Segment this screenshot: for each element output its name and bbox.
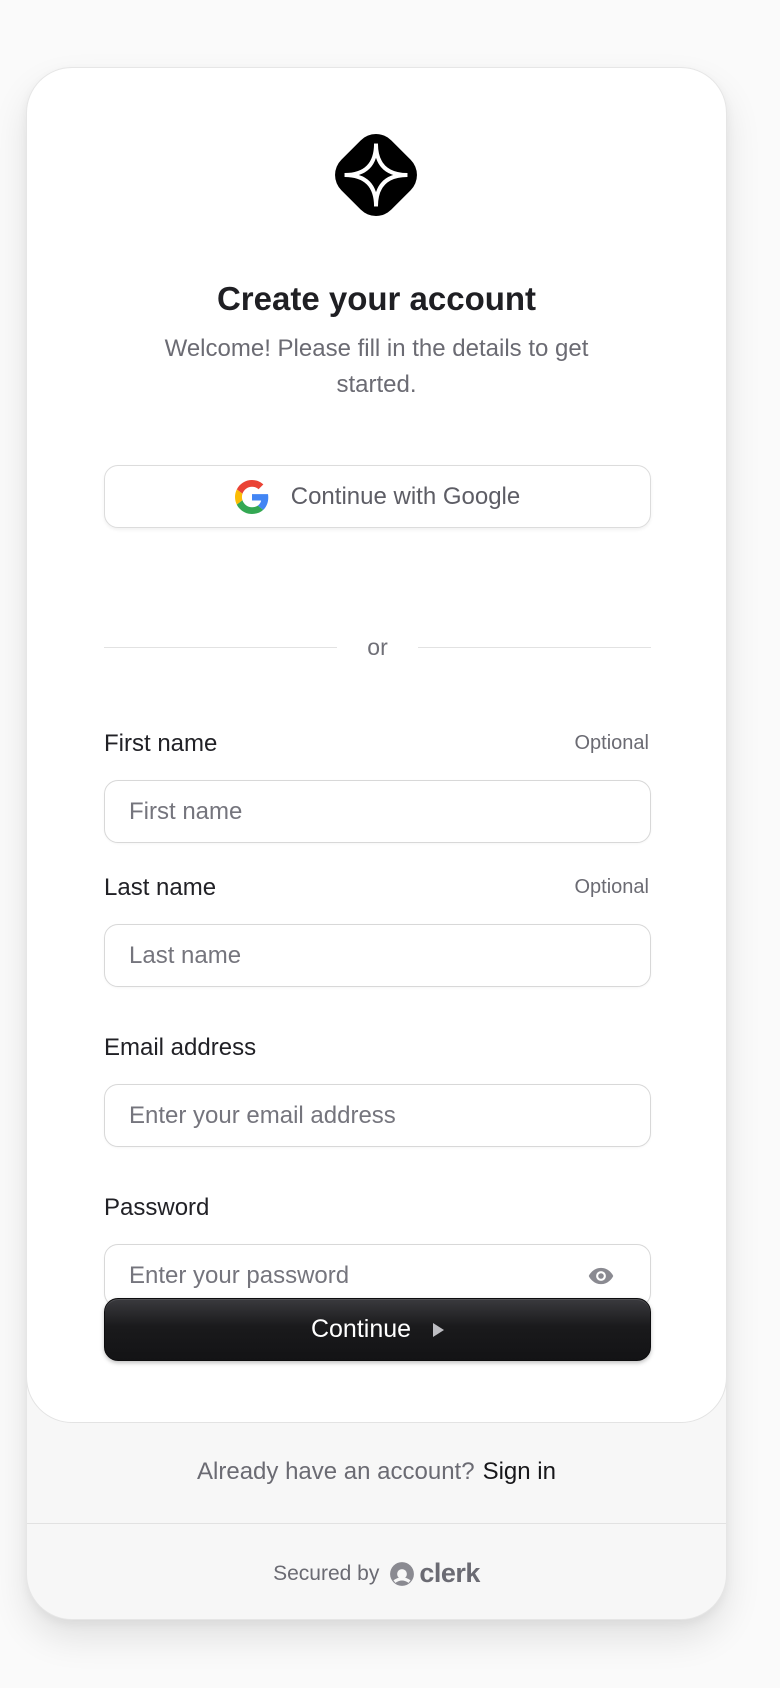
clerk-brand-text: clerk: [419, 1558, 480, 1588]
continue-button[interactable]: Continue: [104, 1298, 651, 1361]
page-subtitle: Welcome! Please fill in the details to g…: [164, 335, 589, 398]
divider-text: or: [367, 634, 388, 660]
first-name-label: First name: [104, 730, 218, 757]
sign-in-prompt-text: Already have an account?: [197, 1458, 475, 1485]
eye-icon[interactable]: [587, 1262, 615, 1290]
email-input[interactable]: [104, 1084, 651, 1147]
footer-divider: [27, 1523, 726, 1524]
email-label: Email address: [104, 1034, 257, 1061]
or-divider: or: [104, 634, 652, 661]
last-name-input[interactable]: [104, 924, 651, 987]
divider-line-right: [417, 647, 652, 648]
password-label: Password: [104, 1194, 210, 1221]
clerk-brand-link[interactable]: clerk: [389, 1558, 480, 1589]
google-icon: [234, 479, 269, 514]
divider-line-left: [104, 647, 338, 648]
continue-with-google-button[interactable]: Continue with Google: [104, 465, 651, 528]
secured-by-text: Secured by: [273, 1561, 380, 1585]
sign-up-form-panel: Create your account Welcome! Please fill…: [27, 68, 726, 1423]
triangle-right-icon: [433, 1322, 445, 1337]
page-title: Create your account: [216, 280, 537, 317]
secured-by-badge: Secured by clerk: [27, 1558, 726, 1589]
app-logo-icon: [327, 126, 425, 224]
last-name-label: Last name: [104, 874, 217, 901]
clerk-logo-icon: [390, 1561, 415, 1586]
sign-up-card: Create your account Welcome! Please fill…: [26, 67, 727, 1620]
last-name-optional-hint: Optional: [574, 876, 650, 898]
continue-button-label: Continue: [310, 1315, 412, 1343]
sign-in-prompt: Already have an account? Sign in: [27, 1458, 726, 1486]
first-name-optional-hint: Optional: [574, 732, 650, 754]
first-name-input[interactable]: [104, 780, 651, 843]
google-button-label: Continue with Google: [290, 482, 521, 510]
sign-in-link[interactable]: Sign in: [483, 1458, 556, 1485]
